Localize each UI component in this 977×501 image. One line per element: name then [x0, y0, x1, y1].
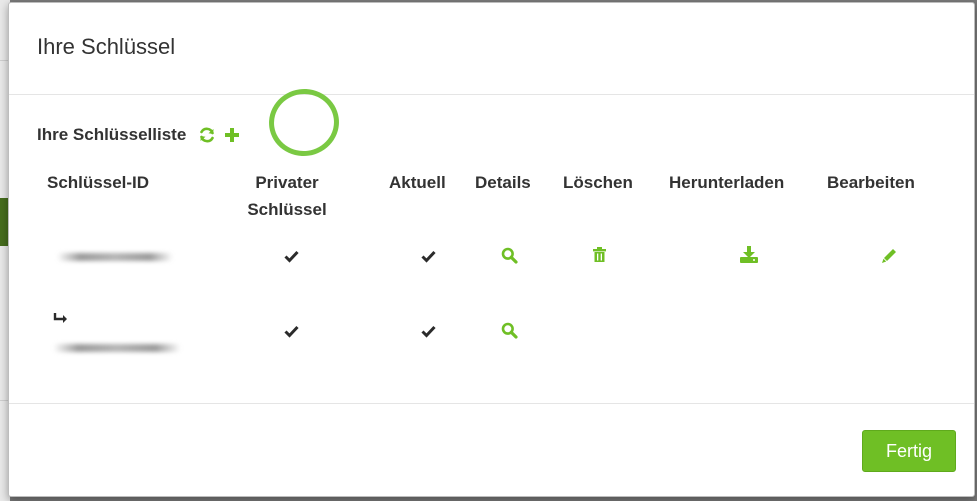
- dialog-title: Ihre Schlüssel: [37, 34, 176, 59]
- magnifier-icon[interactable]: [501, 322, 518, 339]
- column-header-private-key-line2: Schlüssel: [247, 200, 327, 219]
- download-icon[interactable]: [740, 246, 758, 263]
- dialog-footer: Fertig: [9, 403, 974, 496]
- column-header-edit: Bearbeiten: [827, 173, 915, 192]
- dialog-header: Ihre Schlüssel: [9, 3, 974, 95]
- done-button[interactable]: Fertig: [862, 430, 956, 472]
- key-id-redacted: [57, 253, 173, 261]
- trash-icon[interactable]: [593, 247, 606, 262]
- column-header-private-key: Privater Schlüssel: [237, 169, 337, 223]
- plus-icon: [225, 128, 240, 142]
- column-header-private-key-line1: Privater: [255, 173, 319, 192]
- check-icon: [421, 325, 436, 338]
- key-list-title: Ihre Schlüsselliste: [37, 125, 187, 144]
- column-header-delete: Löschen: [563, 173, 633, 192]
- pencil-icon[interactable]: [882, 248, 897, 263]
- check-icon: [284, 325, 299, 338]
- key-id-redacted: [53, 344, 181, 352]
- check-icon: [284, 250, 299, 263]
- key-list-heading: Ihre Schlüsselliste: [37, 125, 240, 145]
- subkey-arrow-icon: [53, 313, 67, 323]
- add-key-button[interactable]: [225, 128, 240, 142]
- check-icon: [421, 250, 436, 263]
- column-header-download: Herunterladen: [669, 173, 785, 192]
- magnifier-icon[interactable]: [501, 247, 518, 264]
- highlight-annotation: [264, 84, 344, 161]
- column-header-details: Details: [475, 173, 531, 192]
- column-header-current: Aktuell: [389, 173, 446, 192]
- keys-dialog: Ihre Schlüssel Ihre Schlüsselliste Schlü…: [8, 2, 975, 497]
- column-header-key-id: Schlüssel-ID: [47, 173, 150, 192]
- refresh-icon[interactable]: [198, 126, 216, 144]
